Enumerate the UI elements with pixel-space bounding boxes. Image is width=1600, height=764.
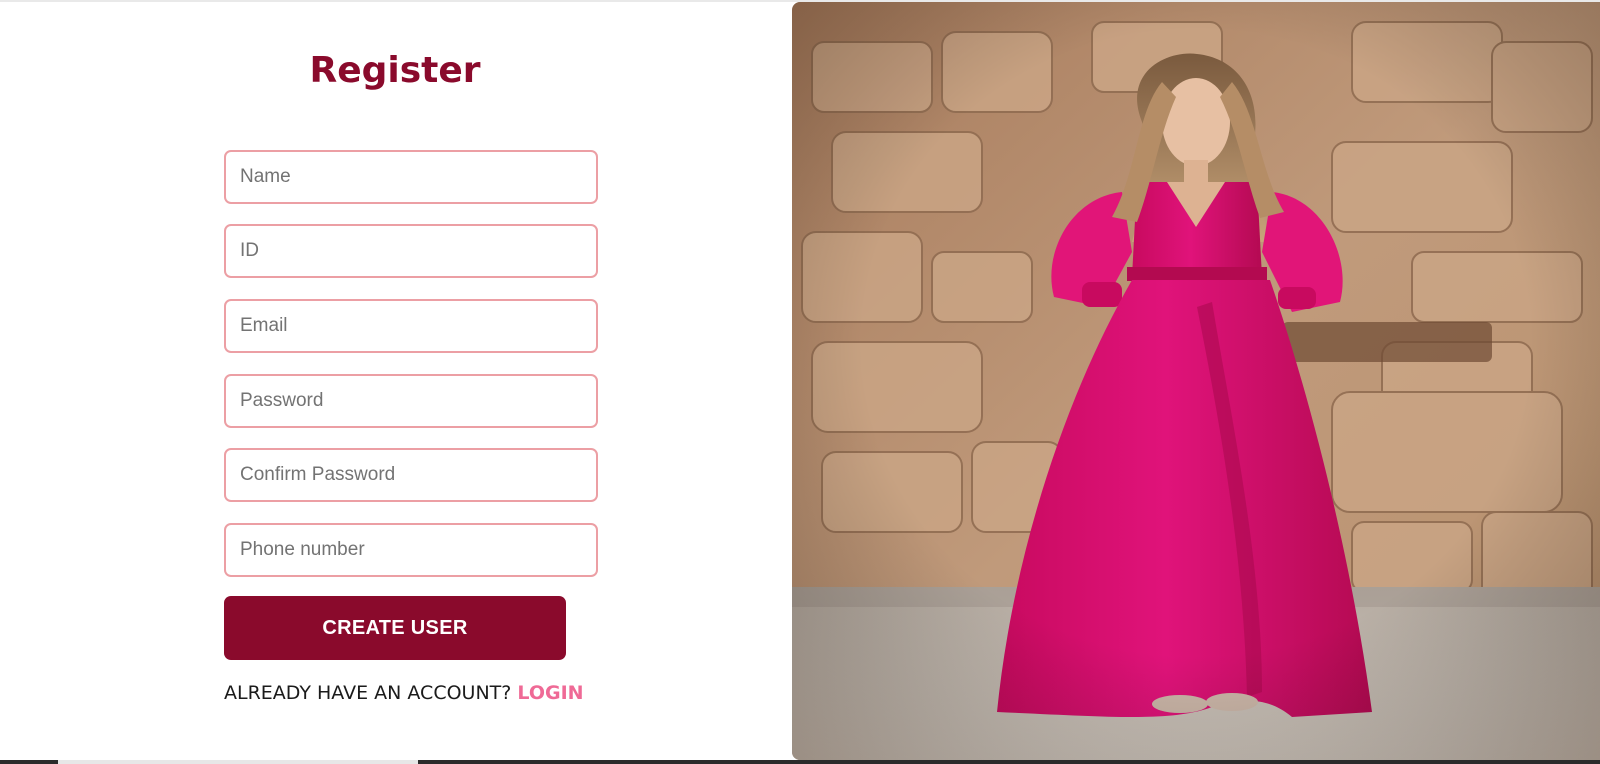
create-user-button[interactable]: CREATE USER: [224, 596, 566, 660]
login-prompt-text: ALREADY HAVE AN ACCOUNT?: [224, 682, 512, 704]
email-input[interactable]: [224, 299, 598, 353]
bottom-taskbar-strip: [0, 760, 1600, 764]
id-input[interactable]: [224, 224, 598, 278]
register-page: Register CREATE USER ALREADY HAVE AN ACC…: [0, 0, 1600, 764]
name-input[interactable]: [224, 150, 598, 204]
register-form-panel: Register CREATE USER ALREADY HAVE AN ACC…: [0, 2, 790, 760]
phone-number-input[interactable]: [224, 523, 598, 577]
password-input[interactable]: [224, 374, 598, 428]
confirm-password-input[interactable]: [224, 448, 598, 502]
login-prompt-row: ALREADY HAVE AN ACCOUNT? LOGIN: [224, 682, 584, 704]
hero-photo: [792, 2, 1600, 760]
page-title: Register: [309, 50, 481, 91]
login-link[interactable]: LOGIN: [517, 682, 583, 704]
